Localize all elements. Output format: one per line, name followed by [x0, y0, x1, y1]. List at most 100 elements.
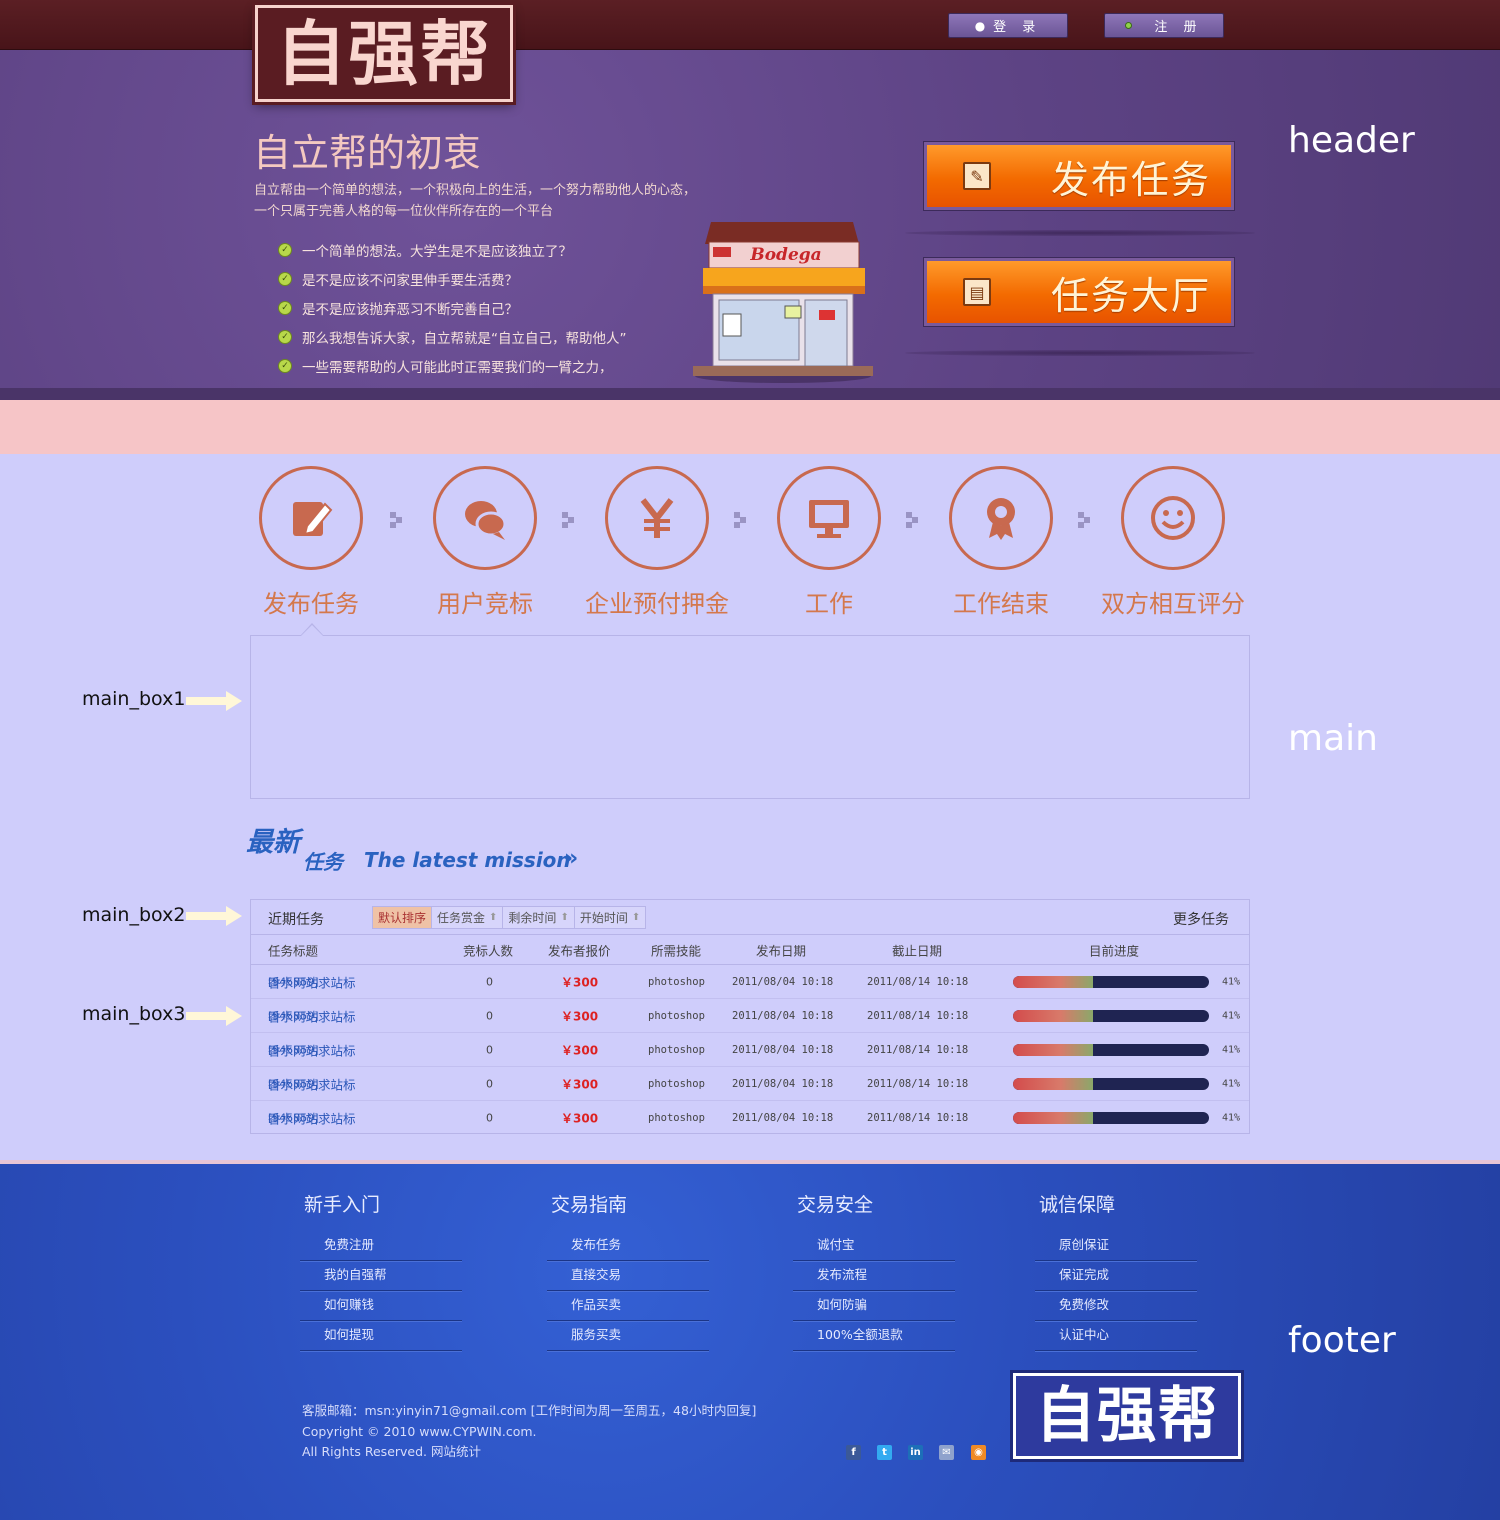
- checklist-item: ✓ 是不是应该抛弃恶习不断完善自己？: [278, 293, 627, 322]
- task-start-date: 2011/08/04 10:18: [732, 1112, 834, 1124]
- step-arrow-icon: [562, 512, 574, 528]
- step-prepay-deposit[interactable]: 企业预付押金: [585, 466, 729, 618]
- step-mutual-rating[interactable]: 双方相互评分: [1101, 466, 1245, 618]
- check-icon: ✓: [278, 271, 292, 286]
- arrow-right-icon: [186, 906, 242, 926]
- sort-default[interactable]: 默认排序: [373, 907, 433, 928]
- twitter-icon[interactable]: t: [877, 1445, 892, 1460]
- table-body: [945859] 香水网站求站标 0 ￥300 photoshop 2011/08/04…: [251, 965, 1249, 1135]
- footer-link[interactable]: 免费修改: [1035, 1291, 1197, 1321]
- top-bar: [0, 0, 1500, 50]
- task-end-date: 2011/08/14 10:18: [867, 975, 969, 988]
- check-icon: ✓: [278, 329, 292, 344]
- chevron-right-icon[interactable]: »: [564, 846, 578, 871]
- step-label: 工作: [805, 590, 853, 618]
- sort-reward[interactable]: 任务赏金 ⬆: [432, 907, 504, 928]
- register-button[interactable]: 注 册: [1104, 13, 1224, 38]
- linkedin-icon[interactable]: in: [908, 1445, 923, 1460]
- task-start-date: 2011/08/04 10:18: [732, 1077, 834, 1090]
- main-annotation: main: [1288, 718, 1378, 759]
- footer-link[interactable]: 发布任务: [547, 1231, 709, 1261]
- task-bids: 0: [486, 1077, 493, 1090]
- smile-icon: [1151, 496, 1195, 540]
- contact-email: 客服邮箱：msn:yinyin71@gmail.com [工作时间为周一至周五，…: [302, 1403, 757, 1418]
- footer-logo-text: 自强帮: [1035, 1381, 1219, 1451]
- task-title: 香水网站求站标: [268, 1043, 356, 1058]
- user-icon: ●: [974, 18, 986, 33]
- progress-bar: [1013, 975, 1209, 988]
- monitor-icon: [809, 500, 849, 538]
- more-tasks-link[interactable]: 更多任务: [1173, 909, 1229, 929]
- step-work[interactable]: 工作: [776, 466, 882, 618]
- mail-icon[interactable]: ✉: [939, 1445, 954, 1460]
- task-start-date: 2011/08/04 10:18: [732, 1043, 834, 1056]
- sort-remaining-time[interactable]: 剩余时间 ⬆: [503, 907, 575, 928]
- step-label: 企业预付押金: [585, 590, 729, 618]
- checklist-text: 一个简单的想法。大学生是不是应该独立了？: [302, 243, 572, 260]
- col-title: 任务标题: [268, 943, 319, 958]
- step-label: 用户竞标: [437, 590, 533, 618]
- intro-line-2: 一个只属于完善人格的每一位伙伴所存在的一个平台: [254, 204, 554, 219]
- rss-icon[interactable]: ◉: [971, 1445, 986, 1460]
- latest-title-cn-2: 任务: [303, 850, 343, 874]
- footer-link[interactable]: 免费注册: [300, 1231, 462, 1261]
- footer-info: 客服邮箱：msn:yinyin71@gmail.com [工作时间为周一至周五，…: [302, 1401, 756, 1463]
- step-arrow-icon: [734, 512, 746, 528]
- footer-link[interactable]: 我的自强帮: [300, 1261, 462, 1291]
- main-box1: [250, 635, 1250, 799]
- footer-link[interactable]: 认证中心: [1035, 1321, 1197, 1351]
- col-bids: 竞标人数: [463, 943, 514, 958]
- pencil-icon: ✎: [963, 162, 991, 190]
- latest-title-en: The latest mission: [364, 848, 571, 872]
- footer-col-beginner: 新手入门 免费注册 我的自强帮 如何赚钱 如何提现: [300, 1190, 462, 1351]
- publish-task-button[interactable]: ✎ 发布任务: [924, 142, 1234, 210]
- footer-link[interactable]: 如何防骗: [793, 1291, 955, 1321]
- progress-bar: [1013, 1043, 1209, 1056]
- main-box1-label: main_box1: [82, 688, 186, 710]
- col-start-date: 发布日期: [756, 943, 807, 958]
- col-progress: 目前进度: [1089, 943, 1140, 958]
- footer-link[interactable]: 原创保证: [1035, 1231, 1197, 1261]
- task-end-date: 2011/08/14 10:18: [867, 1112, 969, 1124]
- footer-logo[interactable]: 自强帮: [1010, 1370, 1244, 1462]
- facebook-icon[interactable]: f: [846, 1445, 861, 1460]
- table-row: [945859] 香水网站求站标 0 ￥300 photoshop 2011/08/04…: [251, 1067, 1249, 1101]
- task-hall-button[interactable]: ▤ 任务大厅: [924, 258, 1234, 326]
- step-user-bid[interactable]: 用户竞标: [432, 466, 538, 618]
- task-title: 香水网站求站标: [268, 1111, 356, 1127]
- footer-link[interactable]: 如何赚钱: [300, 1291, 462, 1321]
- footer-link[interactable]: 发布流程: [793, 1261, 955, 1291]
- site-logo[interactable]: 自强帮: [252, 2, 516, 105]
- task-bids: 0: [486, 1009, 493, 1022]
- register-label: 注 册: [1154, 20, 1203, 35]
- progress-percent: 41%: [1221, 1044, 1240, 1055]
- footer-link[interactable]: 服务买卖: [547, 1321, 709, 1351]
- header-bottom-strip: [0, 388, 1500, 400]
- sort-label: 任务赏金: [437, 911, 486, 925]
- footer-link[interactable]: 作品买卖: [547, 1291, 709, 1321]
- task-skill: photoshop: [648, 1009, 705, 1022]
- step-label: 工作结束: [953, 590, 1049, 618]
- footer-link[interactable]: 直接交易: [547, 1261, 709, 1291]
- col-price: 发布者报价: [548, 943, 611, 958]
- step-publish-task[interactable]: 发布任务: [258, 466, 364, 618]
- footer-link[interactable]: 如何提现: [300, 1321, 462, 1351]
- step-work-finished[interactable]: 工作结束: [948, 466, 1054, 618]
- login-button[interactable]: ● 登 录: [948, 13, 1068, 38]
- footer-link[interactable]: 100%全额退款: [793, 1321, 955, 1351]
- sort-start-time[interactable]: 开始时间 ⬆: [575, 907, 645, 928]
- award-icon: [987, 498, 1015, 540]
- main-box2-label: main_box2: [82, 904, 186, 926]
- step-circle: [433, 466, 537, 570]
- task-title: 香水网站求站标: [268, 975, 356, 990]
- task-skill: photoshop: [648, 975, 705, 988]
- footer-annotation: footer: [1288, 1320, 1396, 1361]
- footer-link[interactable]: 诚付宝: [793, 1231, 955, 1261]
- checklist-text: 是不是应该不问家里伸手要生活费？: [302, 272, 518, 289]
- footer-link[interactable]: 保证完成: [1035, 1261, 1197, 1291]
- progress-bar: [1013, 1077, 1209, 1090]
- table-row: [945859] 香水网站求站标 0 ￥300 photoshop 2011/08/04…: [251, 1033, 1249, 1067]
- task-title: 香水网站求站标: [268, 1077, 356, 1092]
- step-arrow-icon: [1078, 512, 1090, 528]
- footer-col-title: 诚信保障: [1039, 1194, 1116, 1216]
